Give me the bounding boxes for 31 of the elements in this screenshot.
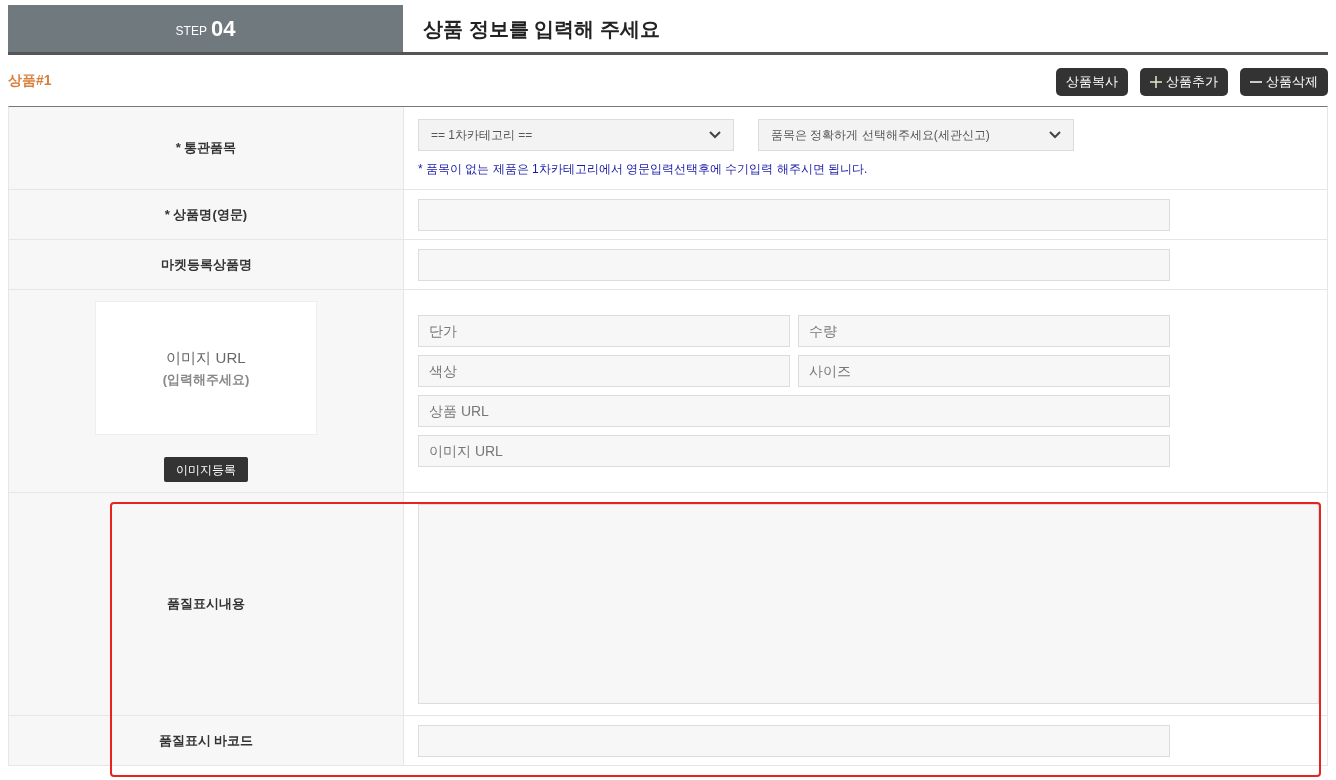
page-title: 상품 정보를 입력해 주세요	[423, 16, 660, 42]
text-field[interactable]: 단가	[418, 315, 790, 347]
field-label: 품질표시 바코드	[158, 731, 254, 750]
text-field[interactable]	[418, 198, 1170, 231]
product-action-button[interactable]: 상품복사	[1056, 67, 1128, 96]
field-label: 품질표시내용	[167, 595, 245, 614]
image-register-button[interactable]: 이미지등록	[164, 457, 248, 482]
step-number: 04	[210, 15, 236, 43]
preview-title: 이미지 URL	[166, 348, 246, 368]
field-label: * 상품명(영문)	[164, 205, 248, 224]
step-label: STEP	[175, 23, 207, 40]
text-field[interactable]: 상품 URL	[418, 395, 1170, 427]
text-field[interactable]	[418, 248, 1170, 281]
product-heading: 상품#1	[8, 71, 52, 90]
field-label: * 통관품목	[175, 139, 237, 158]
text-field[interactable]: 사이즈	[798, 355, 1170, 387]
category-select[interactable]: 품목은 정확하게 선택해주세요(세관신고)	[758, 119, 1074, 151]
text-field[interactable]	[418, 724, 1170, 757]
text-field[interactable]: 수량	[798, 315, 1170, 347]
text-field[interactable]: 이미지 URL	[418, 435, 1170, 467]
text-field[interactable]: 색상	[418, 355, 790, 387]
product-action-button[interactable]: 상품추가	[1140, 67, 1228, 96]
plus-icon	[1150, 75, 1162, 88]
chevron-down-icon	[709, 131, 721, 139]
chevron-down-icon	[1049, 131, 1061, 139]
field-label: 마켓등록상품명	[160, 255, 252, 274]
category-note: * 품목이 없는 제품은 1차카테고리에서 영문입력선택후에 수기입력 해주시면 됩니다.	[418, 161, 869, 178]
text-area[interactable]	[418, 504, 1319, 704]
category-select[interactable]: == 1차카테고리 ==	[418, 119, 734, 151]
preview-hint: (입력해주세요)	[162, 370, 250, 389]
product-action-button[interactable]: 상품삭제	[1240, 67, 1328, 96]
